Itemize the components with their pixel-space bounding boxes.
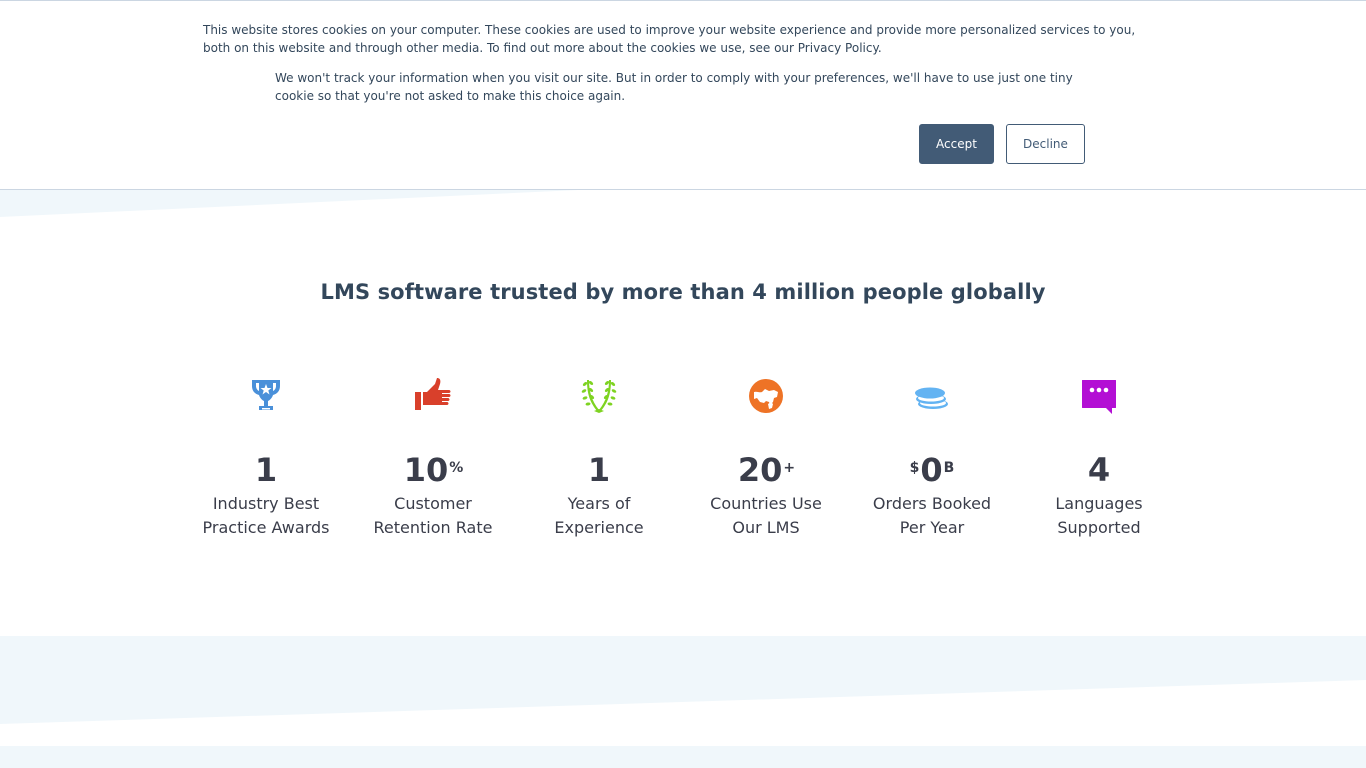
section-headline: LMS software trusted by more than 4 mill… <box>0 280 1366 304</box>
decorative-band-top <box>0 189 1366 219</box>
stat-retention: 10% Customer Retention Rate <box>350 370 516 540</box>
stat-label: Customer Retention Rate <box>373 494 493 537</box>
decorative-band-bottom <box>0 636 1366 768</box>
stat-orders: $0B Orders Booked Per Year <box>849 370 1015 540</box>
globe-icon <box>749 379 783 413</box>
headline-suffix: people globally <box>855 280 1046 304</box>
stat-countries: 20+ Countries Use Our LMS <box>683 370 849 540</box>
stat-languages: 4 Languages Supported <box>1016 370 1182 540</box>
stat-value: $0B <box>909 451 955 489</box>
stat-label: Countries Use Our LMS <box>710 494 822 537</box>
stat-label: Industry Best Practice Awards <box>202 494 330 537</box>
stat-label: Years of Experience <box>554 494 644 537</box>
decline-button[interactable]: Decline <box>1006 124 1085 164</box>
laurel-icon <box>581 380 617 413</box>
cookie-consent-banner: This website stores cookies on your comp… <box>0 0 1366 190</box>
stat-label: Orders Booked Per Year <box>872 494 992 537</box>
stat-value: 1 <box>587 451 611 489</box>
stats-row: 1 Industry Best Practice Awards 10% Custo… <box>183 370 1183 560</box>
cookie-message: This website stores cookies on your comp… <box>203 23 1136 55</box>
stat-value: 10% <box>403 451 464 489</box>
stat-value: 4 <box>1087 451 1111 489</box>
trophy-icon <box>252 380 280 410</box>
headline-prefix: LMS software trusted by <box>320 280 622 304</box>
stat-experience: 1 Years of Experience <box>516 370 682 540</box>
thumbs-up-icon <box>415 378 451 410</box>
stat-value: 1 <box>254 451 278 489</box>
headline-emphasis: more than 4 million <box>621 280 856 304</box>
stat-value: 20+ <box>737 451 796 489</box>
chat-bubble-icon <box>1082 380 1116 414</box>
accept-button[interactable]: Accept <box>919 124 994 164</box>
stat-awards: 1 Industry Best Practice Awards <box>183 370 349 540</box>
cookie-decline-note: We won't track your information when you… <box>275 71 1073 103</box>
stat-label: Languages Supported <box>1055 494 1143 537</box>
coins-icon <box>915 387 948 409</box>
